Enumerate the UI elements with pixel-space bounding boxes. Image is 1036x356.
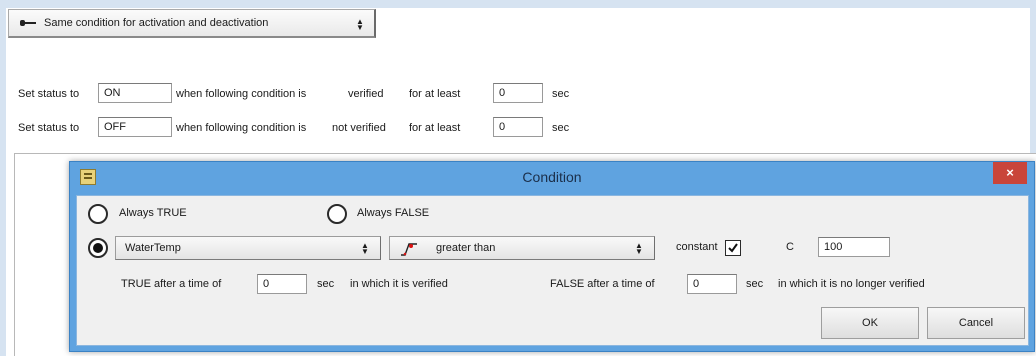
status-off-when-label: when following condition is [176,122,307,134]
true-after-field[interactable]: 0 [257,274,307,294]
dialog-body: Always TRUE Always FALSE WaterTemp ▲ ▼ gr… [76,195,1029,346]
close-button[interactable]: × [993,162,1027,184]
constant-label: constant [676,241,718,253]
status-on-for-label: for at least [409,88,461,100]
dialog-titlebar[interactable]: Condition × [70,162,1034,195]
dialog-title: Condition [522,169,582,185]
variable-select[interactable]: WaterTemp ▲ ▼ [115,236,381,260]
false-after-label: FALSE after a time of [550,278,655,290]
condition-mode-select[interactable]: Same condition for activation and deacti… [8,9,376,38]
status-off-for-label: for at least [409,122,461,134]
condition-radio[interactable] [88,238,108,258]
dash-icon [20,20,36,26]
false-after-suffix: in which it is no longer verified [778,278,925,290]
status-on-field[interactable]: ON [98,83,172,103]
status-on-unit-label: sec [552,88,570,100]
updown-arrows-icon: ▲ ▼ [635,241,643,256]
status-off-field[interactable]: OFF [98,117,172,137]
always-true-radio[interactable] [88,204,108,224]
status-on-seconds-field[interactable]: 0 [493,83,543,103]
true-after-unit: sec [317,278,335,290]
status-off-unit-label: sec [552,122,570,134]
variable-select-value: WaterTemp [125,242,181,254]
status-off-set-label: Set status to [18,122,80,134]
always-false-label: Always FALSE [357,207,430,219]
status-off-state-label: not verified [332,122,386,134]
always-true-label: Always TRUE [119,207,187,219]
rising-edge-icon [401,243,417,256]
false-after-field[interactable]: 0 [687,274,737,294]
status-off-seconds-field[interactable]: 0 [493,117,543,137]
status-on-state-label: verified [348,88,384,100]
window-edge-left [0,0,6,356]
condition-dialog: Condition × Always TRUE Always FALSE Wat… [69,161,1035,352]
operator-select[interactable]: greater than ▲ ▼ [389,236,655,260]
updown-arrows-icon: ▲ ▼ [356,17,364,32]
false-after-unit: sec [746,278,764,290]
always-false-radio[interactable] [327,204,347,224]
cancel-button[interactable]: Cancel [927,307,1025,339]
true-after-label: TRUE after a time of [121,278,222,290]
true-after-suffix: in which it is verified [350,278,448,290]
ok-button[interactable]: OK [821,307,919,339]
status-on-set-label: Set status to [18,88,80,100]
window-edge-top [0,0,1036,8]
condition-mode-value: Same condition for activation and deacti… [44,17,269,29]
checkmark-icon [728,243,738,253]
threshold-field[interactable]: 100 [818,237,890,257]
unit-label: C [786,241,794,253]
constant-checkbox[interactable] [725,240,741,256]
operator-select-value: greater than [436,242,496,254]
status-on-when-label: when following condition is [176,88,307,100]
updown-arrows-icon: ▲ ▼ [361,241,369,256]
